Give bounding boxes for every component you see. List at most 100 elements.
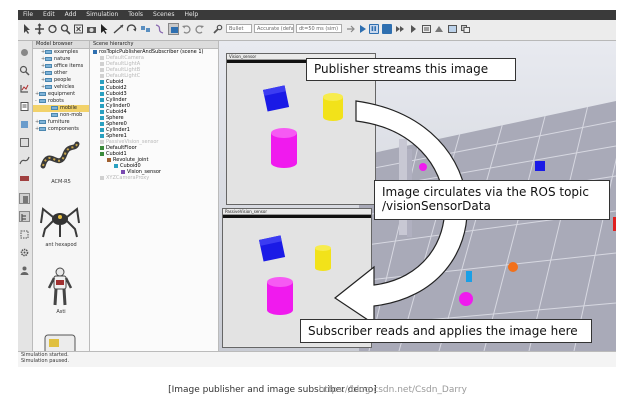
model-tree-item[interactable]: - robots bbox=[33, 98, 89, 105]
camera-icon[interactable] bbox=[86, 23, 97, 35]
shape-icon bbox=[100, 91, 104, 96]
model-tree-item[interactable]: + components bbox=[33, 126, 89, 133]
ant-hexapod-thumbnail[interactable] bbox=[39, 199, 81, 241]
disabled-object-icon bbox=[100, 139, 104, 144]
mobile-robot-thumbnail[interactable] bbox=[39, 323, 81, 351]
callout-publisher-text: Publisher streams this image bbox=[314, 62, 489, 77]
transfer-dna-icon[interactable] bbox=[154, 23, 165, 35]
undo-icon[interactable] bbox=[181, 23, 192, 35]
model-browser-toggle-icon[interactable] bbox=[19, 193, 30, 204]
scene-selector-icon[interactable] bbox=[460, 23, 471, 35]
sphere-object bbox=[419, 163, 427, 171]
stop-icon[interactable] bbox=[382, 24, 392, 34]
page-selector-icon[interactable] bbox=[447, 23, 458, 35]
pan-icon[interactable] bbox=[34, 23, 45, 35]
model-tree-item-label: office items bbox=[54, 63, 84, 69]
yellow-cylinder bbox=[323, 93, 343, 121]
shape-icon bbox=[114, 163, 118, 168]
magenta-cylinder bbox=[271, 128, 297, 168]
wrench-icon[interactable] bbox=[212, 23, 223, 35]
folder-icon bbox=[39, 119, 46, 124]
folder-icon bbox=[39, 98, 46, 103]
model-tree-item[interactable]: + people bbox=[33, 77, 89, 84]
pointer-icon[interactable] bbox=[21, 23, 32, 35]
model-tree-item[interactable]: + other bbox=[33, 70, 89, 77]
model-thumbnail-label: ant hexapod bbox=[45, 242, 77, 248]
translate-object-icon[interactable] bbox=[113, 23, 124, 35]
physics-engine-select[interactable]: Bullet bbox=[226, 24, 252, 33]
shape-icon bbox=[100, 109, 104, 114]
cuboid-red-object bbox=[613, 217, 616, 231]
accuracy-select[interactable]: Accurate (default) bbox=[254, 24, 294, 33]
redo-icon[interactable] bbox=[194, 23, 205, 35]
real-time-icon[interactable] bbox=[345, 23, 356, 35]
assembly-icon[interactable] bbox=[140, 23, 151, 35]
vision-sensor-image bbox=[227, 63, 375, 203]
model-tree-item[interactable]: + examples bbox=[33, 49, 89, 56]
model-tree-item-label: robots bbox=[48, 98, 64, 104]
menu-item-simulation[interactable]: Simulation bbox=[81, 10, 123, 20]
menu-item-tools[interactable]: Tools bbox=[123, 10, 148, 20]
scene-hierarchy-panel: Scene hierarchy rosTopicPublisherAndSubs… bbox=[90, 41, 219, 351]
disabled-object-icon bbox=[100, 61, 104, 66]
disabled-object-icon bbox=[100, 175, 104, 180]
menu-item-edit[interactable]: Edit bbox=[38, 10, 60, 20]
play-icon[interactable] bbox=[357, 23, 368, 35]
acm-r5-snake-robot-thumbnail[interactable] bbox=[39, 136, 81, 178]
model-tree-item-label: furniture bbox=[48, 119, 70, 125]
timestep-select[interactable]: dt=50 ms (sim) bbox=[296, 24, 342, 33]
model-browser-title: Model browser bbox=[33, 41, 89, 49]
model-tree-item-label: mobile bbox=[60, 105, 77, 111]
shape-icon bbox=[100, 127, 104, 132]
menu-item-help[interactable]: Help bbox=[179, 10, 203, 20]
scene-hierarchy-toggle-icon[interactable] bbox=[19, 211, 30, 222]
sphere-magenta-object bbox=[459, 292, 473, 306]
shapes-edit-icon[interactable] bbox=[19, 119, 30, 130]
folder-icon bbox=[45, 84, 52, 89]
model-tree-item[interactable]: non-mob bbox=[33, 112, 89, 119]
model-thumbnail-label: ACM-R5 bbox=[51, 179, 71, 185]
shape-icon bbox=[100, 121, 104, 126]
rotate-object-icon[interactable] bbox=[126, 23, 137, 35]
cursor-select-icon[interactable] bbox=[99, 23, 110, 35]
model-tree-item-label: non-mob bbox=[60, 112, 83, 118]
calculation-modules-icon[interactable] bbox=[19, 65, 30, 76]
layers-icon[interactable] bbox=[19, 137, 30, 148]
scene-tree-item[interactable]: XYZCameraProxy bbox=[90, 175, 218, 181]
slow-down-icon[interactable] bbox=[408, 23, 419, 35]
model-tree-item[interactable]: + furniture bbox=[33, 119, 89, 126]
toggle-visualization-icon[interactable] bbox=[434, 23, 445, 35]
model-tree-item-label: equipment bbox=[48, 91, 76, 97]
selection-icon[interactable] bbox=[19, 229, 30, 240]
fit-view-icon[interactable] bbox=[73, 23, 84, 35]
model-tree-item-label: examples bbox=[54, 49, 79, 55]
shape-icon bbox=[100, 133, 104, 138]
collections-icon[interactable] bbox=[19, 83, 30, 94]
rotate-icon[interactable] bbox=[47, 23, 58, 35]
asti-humanoid-thumbnail[interactable] bbox=[39, 266, 81, 308]
video-recorder-icon[interactable] bbox=[19, 173, 30, 184]
path-edit-icon[interactable] bbox=[19, 155, 30, 166]
zoom-icon[interactable] bbox=[60, 23, 71, 35]
object-shift-icon[interactable] bbox=[168, 23, 179, 35]
fast-forward-icon[interactable] bbox=[395, 23, 406, 35]
menu-item-file[interactable]: File bbox=[18, 10, 38, 20]
menu-item-scenes[interactable]: Scenes bbox=[148, 10, 179, 20]
menu-item-add[interactable]: Add bbox=[60, 10, 82, 20]
model-icon bbox=[100, 151, 104, 156]
pause-icon[interactable] bbox=[369, 24, 379, 34]
model-tree-item[interactable]: + equipment bbox=[33, 91, 89, 98]
model-tree-item[interactable]: + vehicles bbox=[33, 84, 89, 91]
model-tree-item[interactable]: mobile bbox=[33, 105, 89, 112]
scripts-icon[interactable] bbox=[19, 101, 30, 112]
user-settings-icon[interactable] bbox=[19, 265, 30, 276]
threaded-render-icon[interactable] bbox=[421, 23, 432, 35]
object-properties-icon[interactable] bbox=[19, 47, 30, 58]
model-tree-item-label: people bbox=[54, 77, 71, 83]
folder-icon bbox=[39, 126, 46, 131]
model-tree-item[interactable]: + office items bbox=[33, 63, 89, 70]
scene-hierarchy-title: Scene hierarchy bbox=[90, 41, 218, 49]
settings-gear-icon[interactable] bbox=[19, 247, 30, 258]
folder-icon bbox=[51, 105, 58, 110]
model-tree-item[interactable]: + nature bbox=[33, 56, 89, 63]
